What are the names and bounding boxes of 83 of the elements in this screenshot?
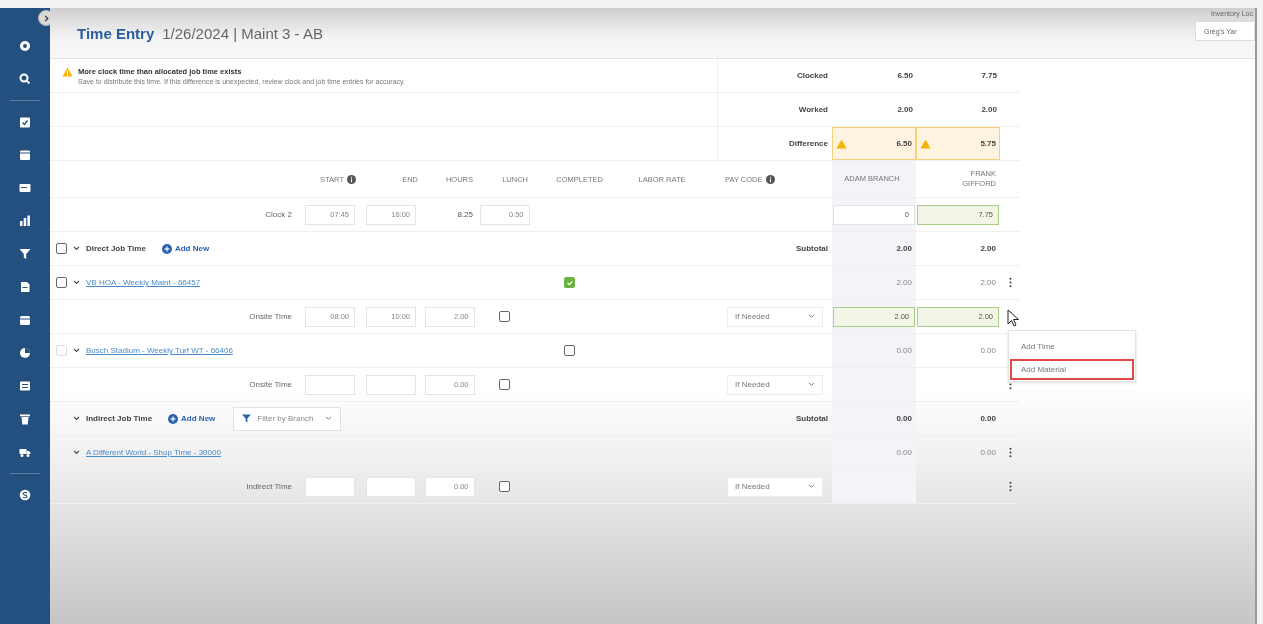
job-link[interactable]: A Different World - Shop Time - 30000 xyxy=(86,448,221,457)
subtotal-value: 2.00 xyxy=(832,232,916,265)
add-new-button[interactable]: Add New xyxy=(158,413,216,424)
end-field[interactable] xyxy=(366,374,416,395)
hours-total: 2.00 xyxy=(832,266,916,299)
section-title: Indirect Job Time xyxy=(86,414,153,423)
completed-checkbox[interactable] xyxy=(564,277,575,288)
start-field[interactable] xyxy=(305,476,355,497)
summary-value: 2.00 xyxy=(980,104,998,116)
more-icon[interactable] xyxy=(1008,446,1012,459)
settings-icon[interactable] xyxy=(19,40,31,52)
list-icon[interactable] xyxy=(19,380,31,392)
clipboard-icon[interactable] xyxy=(19,116,31,128)
check-icon xyxy=(565,278,574,287)
cursor-icon xyxy=(1007,309,1019,327)
card-icon[interactable] xyxy=(19,182,31,194)
dollar-icon[interactable] xyxy=(19,489,31,501)
warning-icon xyxy=(62,67,73,77)
caret-icon xyxy=(808,484,815,489)
chevron-right-icon xyxy=(42,14,50,22)
funnel-icon[interactable] xyxy=(19,248,31,260)
pie-chart-icon[interactable] xyxy=(19,347,31,359)
row-label: Onsite Time xyxy=(248,379,293,391)
summary-label: Worked xyxy=(717,93,832,126)
pay-code-select[interactable]: If Needed xyxy=(727,306,823,327)
summary-value: 7.75 xyxy=(980,70,998,82)
hours-total: 0.00 xyxy=(832,334,916,367)
lunch-checkbox[interactable] xyxy=(499,311,510,322)
page-subtitle: 1/26/2024 | Maint 3 - AB xyxy=(162,24,323,42)
row-label: Indirect Time xyxy=(245,481,293,493)
menu-item[interactable]: Add Time xyxy=(1010,336,1134,357)
plus-icon xyxy=(161,243,172,254)
subtotal-label: Subtotal xyxy=(795,243,829,255)
end-field[interactable] xyxy=(366,476,416,497)
section-title: Direct Job Time xyxy=(86,244,146,253)
job-link[interactable]: VB HOA - Weekly Maint - 66457 xyxy=(86,278,201,287)
funnel-icon xyxy=(242,414,252,423)
summary-value: 2.00 xyxy=(896,104,914,116)
info-icon xyxy=(765,174,775,184)
checkbox[interactable] xyxy=(56,277,67,288)
hours-value: 8.25 xyxy=(456,209,474,221)
lunch-checkbox[interactable] xyxy=(499,481,510,492)
start-field[interactable] xyxy=(305,374,355,395)
hours-total: 0.00 xyxy=(979,447,997,459)
branch-filter[interactable]: Filter by Branch xyxy=(233,406,342,431)
chevron-icon[interactable] xyxy=(73,416,80,421)
page-title: Time Entry xyxy=(77,24,155,42)
hours-total: 2.00 xyxy=(979,277,997,289)
truck-icon[interactable] xyxy=(19,446,31,458)
hours-total: 0.00 xyxy=(979,345,997,357)
more-icon[interactable] xyxy=(1008,276,1012,289)
subtotal-value: 0.00 xyxy=(832,402,916,435)
caret-icon xyxy=(325,416,333,421)
summary-value: 5.75 xyxy=(916,127,1000,160)
warning-icon xyxy=(920,138,931,149)
checkbox[interactable] xyxy=(56,243,67,254)
subtotal-value: 0.00 xyxy=(979,413,997,425)
more-icon[interactable] xyxy=(1008,480,1012,493)
pay-code-select[interactable]: If Needed xyxy=(727,476,823,497)
hours-total: 0.00 xyxy=(832,436,916,469)
info-icon xyxy=(347,174,356,184)
search-icon[interactable] xyxy=(19,73,31,85)
caret-icon xyxy=(808,314,815,319)
document-icon[interactable] xyxy=(19,281,31,293)
subtotal-label: Subtotal xyxy=(795,413,829,425)
chevron-icon[interactable] xyxy=(73,280,80,285)
chevron-icon[interactable] xyxy=(73,450,80,455)
bar-chart-icon[interactable] xyxy=(19,215,31,227)
summary-value: 6.50 xyxy=(896,70,914,82)
warning-icon xyxy=(836,138,847,149)
trash-icon[interactable] xyxy=(19,413,31,425)
caret-icon xyxy=(808,382,815,387)
row-label: Clock 2 xyxy=(264,209,293,221)
summary-label: Clocked xyxy=(717,59,832,92)
calendar-icon[interactable] xyxy=(19,149,31,161)
menu-item[interactable]: Add Material xyxy=(1010,359,1134,380)
chevron-icon[interactable] xyxy=(73,246,80,251)
box-icon[interactable] xyxy=(19,314,31,326)
summary-value: 6.50 xyxy=(832,127,916,160)
subtotal-value: 2.00 xyxy=(979,243,997,255)
row-label: Onsite Time xyxy=(248,311,293,323)
plus-icon xyxy=(168,413,179,424)
add-new-button[interactable]: Add New xyxy=(151,243,210,254)
